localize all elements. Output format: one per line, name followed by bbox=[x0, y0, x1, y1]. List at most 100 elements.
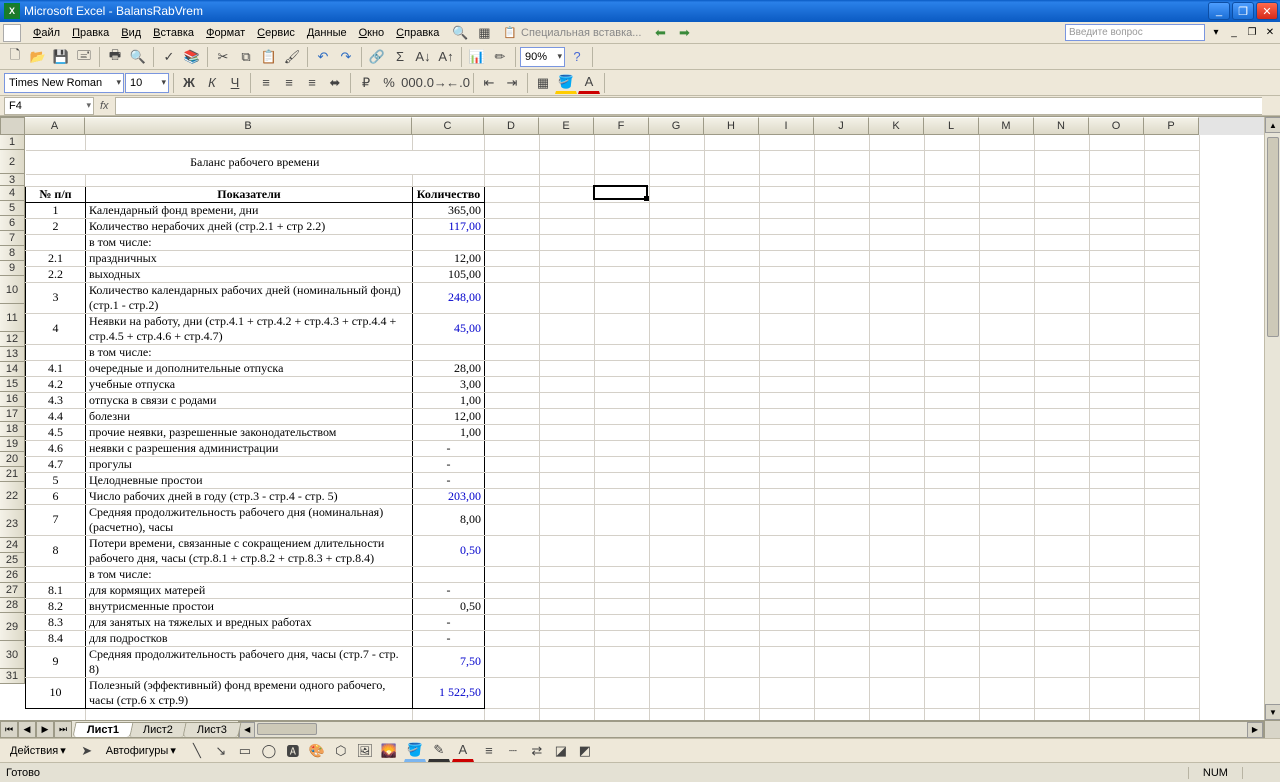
menu-окно[interactable]: Окно bbox=[353, 25, 391, 41]
name-box[interactable]: F4 bbox=[4, 97, 94, 115]
cell-C19[interactable]: - bbox=[413, 456, 485, 472]
cell-O30[interactable] bbox=[1090, 677, 1145, 708]
cell-J18[interactable] bbox=[815, 440, 870, 456]
row-header-8[interactable]: 8 bbox=[0, 246, 25, 261]
cell-N8[interactable] bbox=[1035, 250, 1090, 266]
cell-K5[interactable] bbox=[870, 202, 925, 218]
cell-O29[interactable] bbox=[1090, 646, 1145, 677]
print-icon[interactable]: 🖶 bbox=[104, 46, 126, 68]
cell-E1[interactable] bbox=[540, 135, 595, 150]
cell-K17[interactable] bbox=[870, 424, 925, 440]
cell-H18[interactable] bbox=[705, 440, 760, 456]
select-arrow-icon[interactable]: ➤ bbox=[76, 740, 98, 762]
cell-F1[interactable] bbox=[595, 135, 650, 150]
column-header-F[interactable]: F bbox=[594, 117, 649, 135]
cell-N30[interactable] bbox=[1035, 677, 1090, 708]
cell-A26[interactable]: 8.2 bbox=[26, 598, 86, 614]
cell-H6[interactable] bbox=[705, 218, 760, 234]
cell-B25[interactable]: для кормящих матерей bbox=[86, 582, 413, 598]
cell-M1[interactable] bbox=[980, 135, 1035, 150]
cell-K9[interactable] bbox=[870, 266, 925, 282]
comma-icon[interactable]: 000 bbox=[401, 72, 423, 94]
cell-J28[interactable] bbox=[815, 630, 870, 646]
cell-F16[interactable] bbox=[595, 408, 650, 424]
cell-L17[interactable] bbox=[925, 424, 980, 440]
cell-K3[interactable] bbox=[870, 174, 925, 186]
cell-M21[interactable] bbox=[980, 488, 1035, 504]
cell-H31[interactable] bbox=[705, 708, 760, 720]
row-header-12[interactable]: 12 bbox=[0, 332, 25, 347]
cell-K21[interactable] bbox=[870, 488, 925, 504]
cell-E9[interactable] bbox=[540, 266, 595, 282]
cell-M19[interactable] bbox=[980, 456, 1035, 472]
cell-F9[interactable] bbox=[595, 266, 650, 282]
cell-A5[interactable]: 1 bbox=[26, 202, 86, 218]
cell-F20[interactable] bbox=[595, 472, 650, 488]
cell-K11[interactable] bbox=[870, 313, 925, 344]
column-header-M[interactable]: M bbox=[979, 117, 1034, 135]
cell-K25[interactable] bbox=[870, 582, 925, 598]
cell-P15[interactable] bbox=[1145, 392, 1200, 408]
cell-D9[interactable] bbox=[485, 266, 540, 282]
cell-J17[interactable] bbox=[815, 424, 870, 440]
cell-A7[interactable] bbox=[26, 234, 86, 250]
cell-F11[interactable] bbox=[595, 313, 650, 344]
cell-D14[interactable] bbox=[485, 376, 540, 392]
cell-P6[interactable] bbox=[1145, 218, 1200, 234]
research-icon[interactable]: 📚 bbox=[181, 46, 203, 68]
cell-G21[interactable] bbox=[650, 488, 705, 504]
cell-C5[interactable]: 365,00 bbox=[413, 202, 485, 218]
cell-B16[interactable]: болезни bbox=[86, 408, 413, 424]
cell-F29[interactable] bbox=[595, 646, 650, 677]
cell-G26[interactable] bbox=[650, 598, 705, 614]
cell-B4[interactable]: Показатели bbox=[86, 186, 413, 202]
cell-O13[interactable] bbox=[1090, 360, 1145, 376]
cell-G17[interactable] bbox=[650, 424, 705, 440]
cell-F21[interactable] bbox=[595, 488, 650, 504]
cell-M30[interactable] bbox=[980, 677, 1035, 708]
fill-bucket-icon[interactable]: 🪣 bbox=[404, 740, 426, 762]
cell-P10[interactable] bbox=[1145, 282, 1200, 313]
cell-D21[interactable] bbox=[485, 488, 540, 504]
cell-H11[interactable] bbox=[705, 313, 760, 344]
help-icon[interactable]: ? bbox=[566, 46, 588, 68]
row-header-28[interactable]: 28 bbox=[0, 598, 25, 613]
cell-D2[interactable] bbox=[485, 150, 540, 174]
cell-D15[interactable] bbox=[485, 392, 540, 408]
fill-color-icon[interactable]: 🪣 bbox=[555, 72, 577, 94]
cell-A21[interactable]: 6 bbox=[26, 488, 86, 504]
cell-C11[interactable]: 45,00 bbox=[413, 313, 485, 344]
cell-G7[interactable] bbox=[650, 234, 705, 250]
cell-P27[interactable] bbox=[1145, 614, 1200, 630]
cell-D26[interactable] bbox=[485, 598, 540, 614]
cell-N31[interactable] bbox=[1035, 708, 1090, 720]
scroll-up-arrow-icon[interactable]: ▲ bbox=[1265, 117, 1280, 133]
cell-O24[interactable] bbox=[1090, 566, 1145, 582]
font-name-combo[interactable]: Times New Roman bbox=[4, 73, 124, 93]
cell-I23[interactable] bbox=[760, 535, 815, 566]
cell-M20[interactable] bbox=[980, 472, 1035, 488]
cell-I17[interactable] bbox=[760, 424, 815, 440]
cell-F14[interactable] bbox=[595, 376, 650, 392]
cell-D8[interactable] bbox=[485, 250, 540, 266]
row-header-21[interactable]: 21 bbox=[0, 467, 25, 482]
row-header-1[interactable]: 1 bbox=[0, 135, 25, 150]
cell-J14[interactable] bbox=[815, 376, 870, 392]
cell-L2[interactable] bbox=[925, 150, 980, 174]
line-icon[interactable]: ╲ bbox=[186, 740, 208, 762]
cell-P17[interactable] bbox=[1145, 424, 1200, 440]
line-weight-icon[interactable]: ≡ bbox=[478, 740, 500, 762]
cell-J11[interactable] bbox=[815, 313, 870, 344]
doc-close-button[interactable]: ✕ bbox=[1263, 26, 1277, 40]
cell-N9[interactable] bbox=[1035, 266, 1090, 282]
insert-sheet-icon[interactable]: ▦ bbox=[473, 22, 495, 44]
cell-P20[interactable] bbox=[1145, 472, 1200, 488]
cell-N25[interactable] bbox=[1035, 582, 1090, 598]
cell-H23[interactable] bbox=[705, 535, 760, 566]
cell-L19[interactable] bbox=[925, 456, 980, 472]
line-color-icon[interactable]: ✎ bbox=[428, 740, 450, 762]
cell-C15[interactable]: 1,00 bbox=[413, 392, 485, 408]
cell-G16[interactable] bbox=[650, 408, 705, 424]
cell-H28[interactable] bbox=[705, 630, 760, 646]
cell-I15[interactable] bbox=[760, 392, 815, 408]
